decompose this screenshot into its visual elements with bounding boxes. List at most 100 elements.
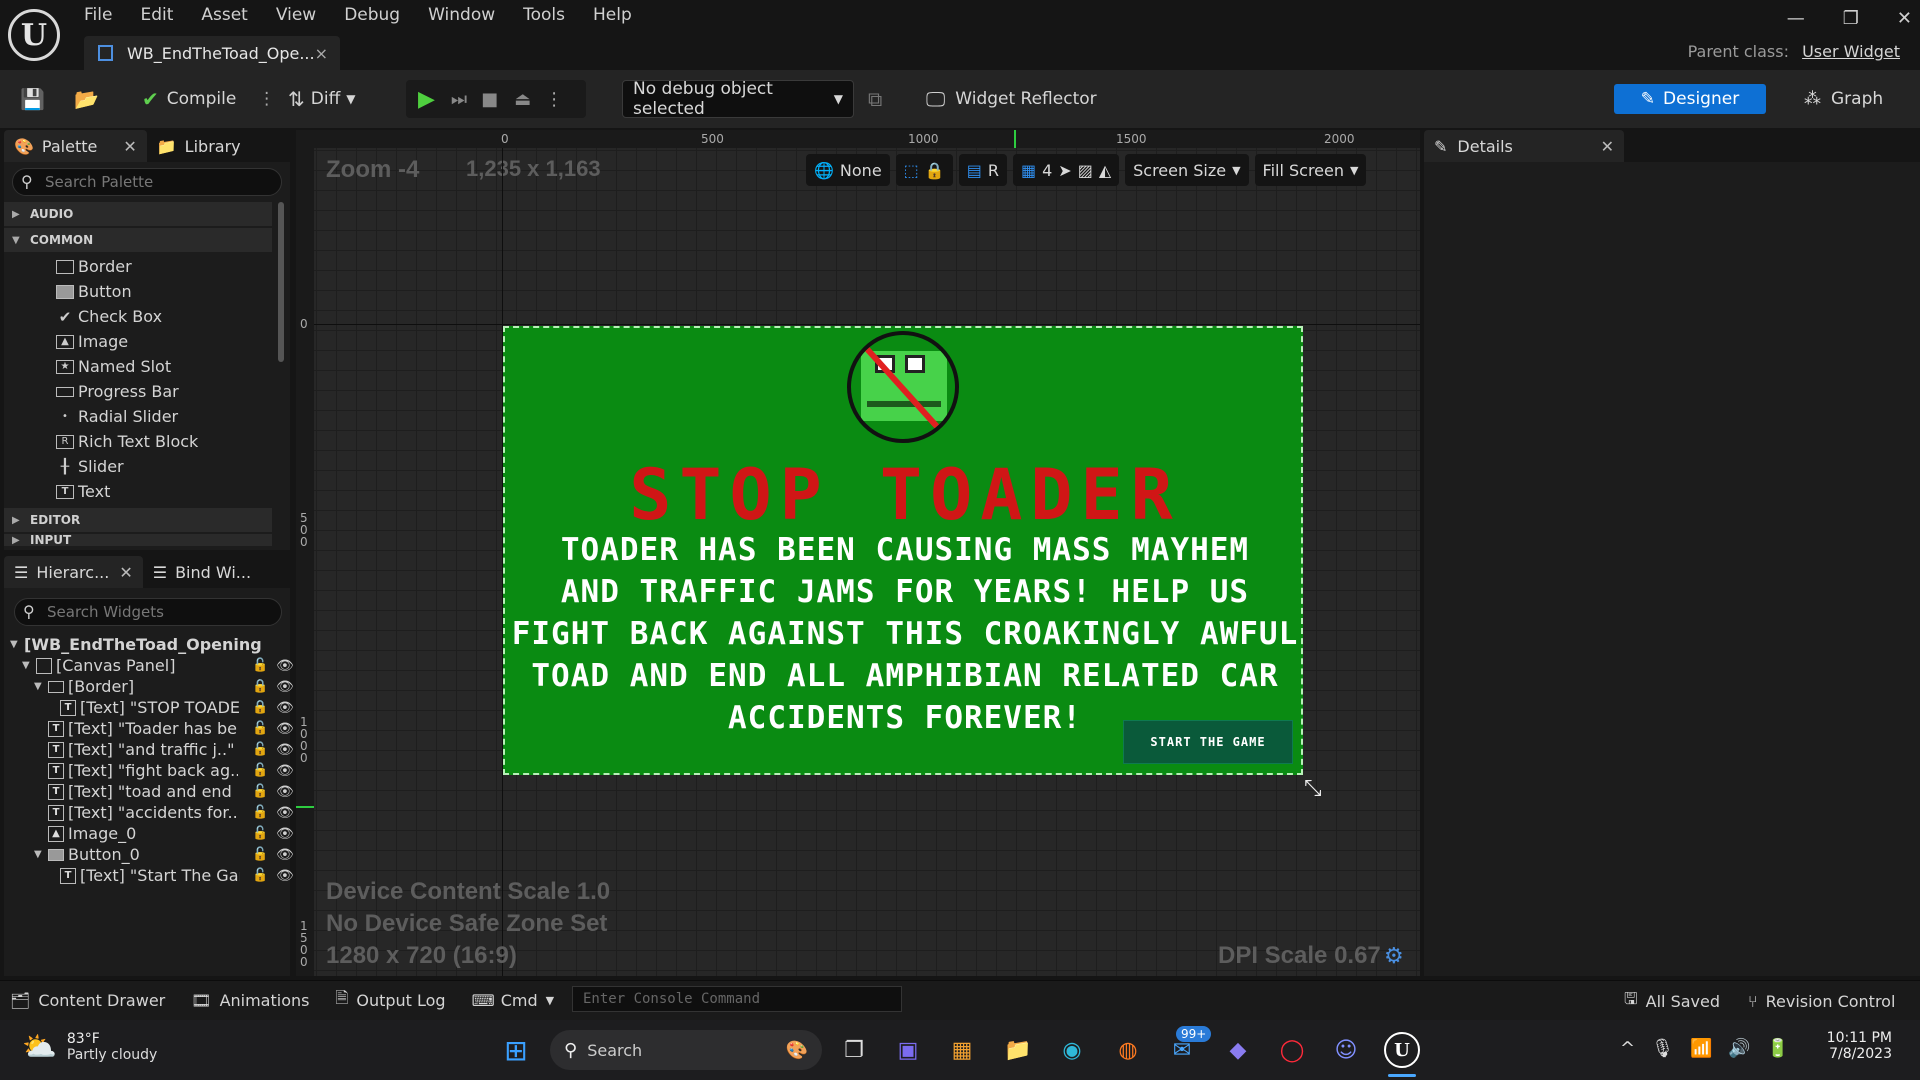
- fill-screen-select[interactable]: Fill Screen ▼: [1254, 154, 1367, 186]
- screen-size-select[interactable]: Screen Size ▼: [1125, 154, 1249, 186]
- wifi-icon[interactable]: 📶: [1690, 1038, 1712, 1059]
- eye-icon[interactable]: 👁: [276, 847, 294, 863]
- menu-tools[interactable]: Tools: [523, 5, 565, 25]
- menu-file[interactable]: File: [84, 5, 112, 25]
- eye-icon[interactable]: 👁: [276, 784, 294, 800]
- tree-row-text[interactable]: T [Text] "and traffic j.." 🔓 👁: [10, 739, 294, 760]
- tab-details[interactable]: ✎ Details ✕: [1424, 130, 1624, 162]
- save-icon[interactable]: 💾: [20, 79, 45, 119]
- unlock-icon[interactable]: 🔓: [252, 784, 268, 799]
- close-window-icon[interactable]: ✕: [1897, 8, 1912, 29]
- tree-row-text[interactable]: T [Text] "accidents for.." 🔓 👁: [10, 802, 294, 823]
- tree-row-text[interactable]: T [Text] "STOP TOADE 🔒 👁: [10, 697, 294, 718]
- parent-class-link[interactable]: User Widget: [1802, 42, 1900, 61]
- revision-control-button[interactable]: ⑂ Revision Control: [1738, 983, 1905, 1019]
- close-tab-icon[interactable]: ×: [315, 44, 328, 63]
- palette-item-checkbox[interactable]: ✔ Check Box: [4, 304, 272, 329]
- microsoft-store-icon[interactable]: ▦: [944, 1032, 980, 1068]
- tab-library[interactable]: 📁 Library: [147, 130, 251, 162]
- edge-icon[interactable]: ◉: [1054, 1032, 1090, 1068]
- browse-icon[interactable]: 📂: [74, 79, 99, 119]
- tree-row-text[interactable]: T [Text] "toad and end .." 🔓 👁: [10, 781, 294, 802]
- palette-item-progress-bar[interactable]: Progress Bar: [4, 379, 272, 404]
- close-hierarchy-icon[interactable]: ✕: [119, 563, 132, 582]
- unlock-icon[interactable]: 🔓: [252, 826, 268, 841]
- tree-row-text[interactable]: T [Text] "fight back ag.." 🔓 👁: [10, 760, 294, 781]
- category-common[interactable]: ▼ COMMON: [4, 228, 272, 252]
- play-options-icon[interactable]: ⋮: [545, 89, 563, 110]
- document-tab[interactable]: WB_EndTheToad_Ope... ×: [84, 36, 340, 70]
- grid-snap-value[interactable]: 4: [1042, 161, 1052, 180]
- no-toad-logo-image[interactable]: [847, 331, 959, 443]
- menu-view[interactable]: View: [276, 5, 316, 25]
- background-icon[interactable]: ▨: [1078, 161, 1093, 180]
- step-icon[interactable]: ⏭: [451, 89, 467, 110]
- eye-icon[interactable]: 👁: [276, 700, 294, 716]
- graph-button[interactable]: ⁂ Graph: [1804, 84, 1883, 114]
- palette-search-input[interactable]: ⚲ Search Palette: [12, 168, 282, 196]
- volume-icon[interactable]: 🔊: [1728, 1038, 1750, 1059]
- dpi-settings-gear-icon[interactable]: ⚙: [1384, 944, 1404, 969]
- debug-browse-icon[interactable]: ⧉: [868, 79, 882, 119]
- tree-row-root[interactable]: ▼ [WB_EndTheToad_Opening: [10, 634, 290, 655]
- menu-help[interactable]: Help: [593, 5, 632, 25]
- diff-button[interactable]: ⇅ Diff ▼: [288, 79, 356, 119]
- eye-icon[interactable]: 👁: [276, 679, 294, 695]
- chevron-up-icon[interactable]: ^: [1620, 1038, 1635, 1059]
- unreal-logo-icon[interactable]: U: [8, 9, 60, 61]
- flip-icon[interactable]: ◭: [1099, 161, 1111, 180]
- category-editor[interactable]: ▶ EDITOR: [4, 508, 272, 532]
- eye-icon[interactable]: 👁: [276, 826, 294, 842]
- eye-icon[interactable]: 👁: [276, 742, 294, 758]
- tree-row-text[interactable]: T [Text] "Start The Gar 🔓 👁: [10, 865, 294, 886]
- lock-icon[interactable]: 🔒: [252, 679, 268, 694]
- unlock-icon[interactable]: 🔓: [252, 847, 268, 862]
- eye-icon[interactable]: 👁: [276, 658, 294, 674]
- palette-item-rich-text-block[interactable]: R Rich Text Block: [4, 429, 272, 454]
- output-log-button[interactable]: 🗎 Output Log: [325, 983, 455, 1019]
- unlock-icon[interactable]: 🔓: [252, 805, 268, 820]
- microphone-icon[interactable]: 🎙: [1651, 1038, 1674, 1059]
- resize-handle-icon[interactable]: ⤡: [1304, 776, 1322, 801]
- stop-icon[interactable]: ■: [481, 89, 498, 110]
- unlock-icon[interactable]: 🔓: [252, 742, 268, 757]
- cursor-icon[interactable]: ➤: [1058, 161, 1071, 180]
- console-command-input[interactable]: Enter Console Command: [572, 986, 902, 1012]
- tree-row-image[interactable]: ▲ Image_0 🔓 👁: [10, 823, 294, 844]
- tree-row-text[interactable]: T [Text] "Toader has be. 🔓 👁: [10, 718, 294, 739]
- play-icon[interactable]: ▶: [418, 87, 435, 112]
- palette-item-button[interactable]: Button: [4, 279, 272, 304]
- tree-row-border[interactable]: ▼ [Border] 🔒 👁: [10, 676, 294, 697]
- eye-icon[interactable]: 👁: [276, 721, 294, 737]
- menu-window[interactable]: Window: [428, 5, 495, 25]
- content-drawer-button[interactable]: 🗂 Content Drawer: [0, 983, 175, 1019]
- windows-start-icon[interactable]: ⊞: [498, 1032, 534, 1068]
- close-details-icon[interactable]: ✕: [1601, 137, 1614, 156]
- tab-hierarchy[interactable]: ☰ Hierarc... ✕: [4, 556, 143, 588]
- selection-box-icon[interactable]: ⬚: [904, 161, 919, 180]
- menu-debug[interactable]: Debug: [344, 5, 400, 25]
- discord-icon[interactable]: ☺: [1328, 1032, 1364, 1068]
- tree-row-button[interactable]: ▼ Button_0 🔓 👁: [10, 844, 294, 865]
- menu-edit[interactable]: Edit: [140, 5, 173, 25]
- firefox-icon[interactable]: ◍: [1110, 1032, 1146, 1068]
- palette-scrollbar[interactable]: [278, 202, 284, 362]
- file-explorer-icon[interactable]: 📁: [1000, 1032, 1036, 1068]
- unlock-icon[interactable]: 🔓: [252, 763, 268, 778]
- taskbar-search[interactable]: ⚲ Search 🎨: [550, 1030, 822, 1070]
- start-game-button[interactable]: START THE GAME: [1123, 720, 1293, 764]
- weather-widget[interactable]: ⛅ 83°F Partly cloudy: [22, 1030, 157, 1063]
- eye-icon[interactable]: 👁: [276, 868, 294, 884]
- debug-object-select[interactable]: No debug object selected ▼: [622, 79, 854, 119]
- tab-bind-widgets[interactable]: ☰ Bind Wi...: [143, 556, 261, 588]
- eye-icon[interactable]: 👁: [276, 763, 294, 779]
- minimize-icon[interactable]: —: [1787, 8, 1805, 29]
- category-audio[interactable]: ▶ AUDIO: [4, 202, 272, 226]
- tree-row-canvas-panel[interactable]: ▼ [Canvas Panel] 🔓 👁: [10, 655, 294, 676]
- menu-asset[interactable]: Asset: [201, 5, 247, 25]
- clock[interactable]: 10:11 PM 7/8/2023: [1800, 1030, 1892, 1062]
- app-icon[interactable]: ◆: [1220, 1032, 1256, 1068]
- animations-button[interactable]: 🎞 Animations: [181, 983, 319, 1019]
- compile-options-icon[interactable]: ⋮: [258, 89, 275, 109]
- eject-icon[interactable]: ⏏: [514, 89, 531, 110]
